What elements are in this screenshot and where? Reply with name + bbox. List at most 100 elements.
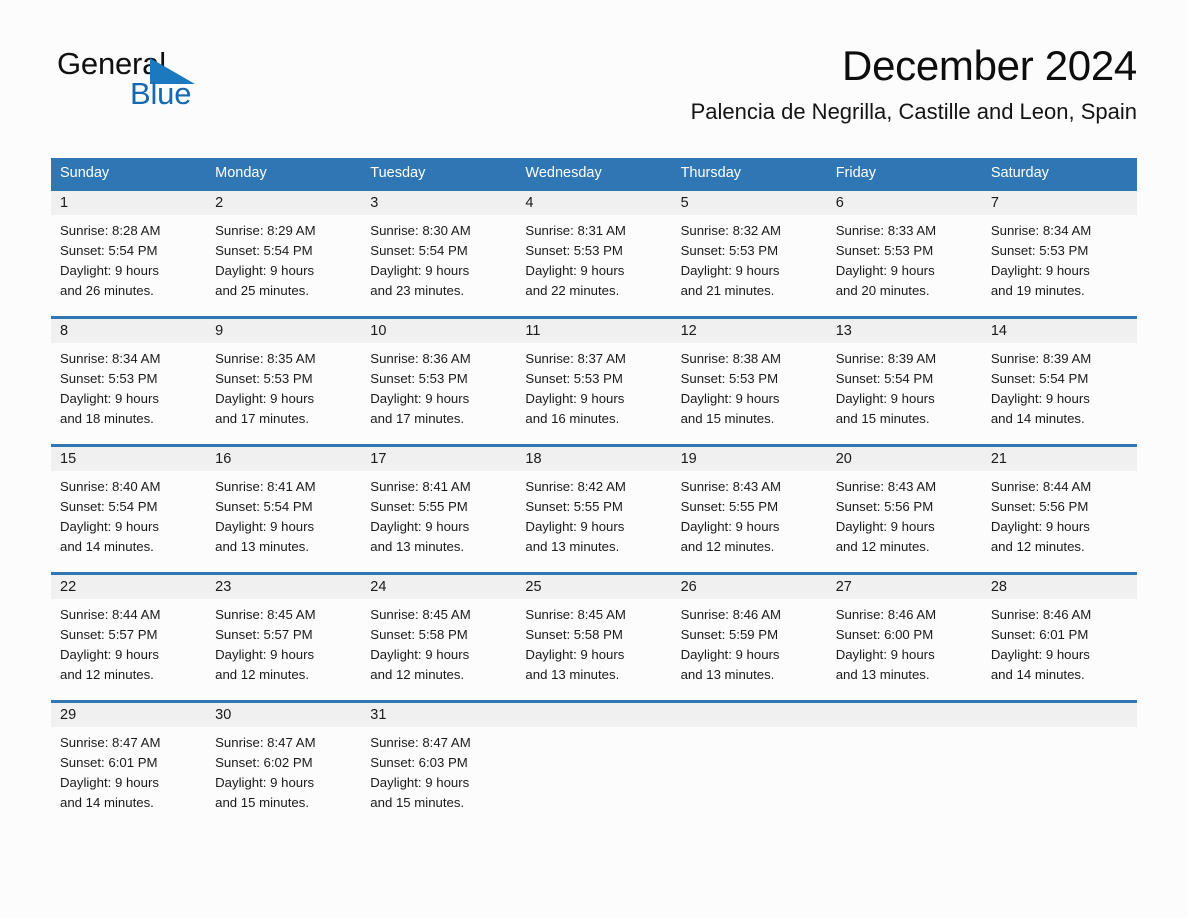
day-cell[interactable]: Sunrise: 8:41 AM Sunset: 5:54 PM Dayligh… xyxy=(206,471,361,572)
day-number[interactable]: 31 xyxy=(361,703,516,727)
daylight-text-line1: Daylight: 9 hours xyxy=(370,263,470,278)
week-detail-row: Sunrise: 8:40 AM Sunset: 5:54 PM Dayligh… xyxy=(51,471,1137,572)
day-cell-empty xyxy=(982,727,1137,830)
sunrise-text: Sunrise: 8:38 AM xyxy=(680,351,781,366)
day-number[interactable]: 3 xyxy=(361,191,516,215)
day-cell[interactable]: Sunrise: 8:47 AM Sunset: 6:03 PM Dayligh… xyxy=(361,727,516,830)
daylight-text-line2: and 15 minutes. xyxy=(370,795,465,810)
sunrise-text: Sunrise: 8:36 AM xyxy=(370,351,471,366)
day-cell[interactable]: Sunrise: 8:40 AM Sunset: 5:54 PM Dayligh… xyxy=(51,471,206,572)
day-number[interactable]: 14 xyxy=(982,319,1137,343)
day-cell[interactable]: Sunrise: 8:46 AM Sunset: 6:01 PM Dayligh… xyxy=(982,599,1137,700)
sunset-text: Sunset: 6:03 PM xyxy=(370,755,468,770)
day-number[interactable]: 12 xyxy=(672,319,827,343)
daylight-text-line2: and 12 minutes. xyxy=(60,667,154,682)
day-cell[interactable]: Sunrise: 8:43 AM Sunset: 5:56 PM Dayligh… xyxy=(827,471,982,572)
daylight-text-line2: and 14 minutes. xyxy=(990,411,1085,426)
day-number[interactable]: 4 xyxy=(516,191,671,215)
day-number[interactable]: 20 xyxy=(827,447,982,471)
daylight-text-line1: Daylight: 9 hours xyxy=(680,391,780,406)
day-number[interactable]: 11 xyxy=(516,319,671,343)
day-number[interactable]: 17 xyxy=(361,447,516,471)
day-number[interactable]: 27 xyxy=(827,575,982,599)
sunrise-text: Sunrise: 8:46 AM xyxy=(990,607,1092,622)
day-cell[interactable]: Sunrise: 8:34 AM Sunset: 5:53 PM Dayligh… xyxy=(982,215,1137,316)
day-cell[interactable]: Sunrise: 8:41 AM Sunset: 5:55 PM Dayligh… xyxy=(361,471,516,572)
day-cell[interactable]: Sunrise: 8:46 AM Sunset: 6:00 PM Dayligh… xyxy=(827,599,982,700)
day-cell[interactable]: Sunrise: 8:46 AM Sunset: 5:59 PM Dayligh… xyxy=(672,599,827,700)
day-cell[interactable]: Sunrise: 8:29 AM Sunset: 5:54 PM Dayligh… xyxy=(206,215,361,316)
day-number[interactable]: 30 xyxy=(206,703,361,727)
day-number[interactable]: 9 xyxy=(206,319,361,343)
sunset-text: Sunset: 5:54 PM xyxy=(60,243,158,258)
day-number[interactable]: 1 xyxy=(51,191,206,215)
daylight-text-line2: and 21 minutes. xyxy=(680,283,775,298)
day-cell[interactable]: Sunrise: 8:38 AM Sunset: 5:53 PM Dayligh… xyxy=(672,343,827,444)
day-number[interactable]: 29 xyxy=(51,703,206,727)
day-number[interactable]: 26 xyxy=(672,575,827,599)
day-cell[interactable]: Sunrise: 8:43 AM Sunset: 5:55 PM Dayligh… xyxy=(672,471,827,572)
weekday-monday: Monday xyxy=(215,165,267,181)
sunset-text: Sunset: 5:53 PM xyxy=(990,243,1089,258)
daylight-text-line1: Daylight: 9 hours xyxy=(215,519,315,534)
day-cell[interactable]: Sunrise: 8:44 AM Sunset: 5:56 PM Dayligh… xyxy=(982,471,1137,572)
day-cell[interactable]: Sunrise: 8:45 AM Sunset: 5:58 PM Dayligh… xyxy=(516,599,671,700)
day-number[interactable]: 21 xyxy=(982,447,1137,471)
day-number[interactable]: 6 xyxy=(827,191,982,215)
day-number[interactable]: 24 xyxy=(361,575,516,599)
sunrise-text: Sunrise: 8:28 AM xyxy=(60,223,161,238)
day-number[interactable]: 25 xyxy=(516,575,671,599)
day-number[interactable]: 28 xyxy=(982,575,1137,599)
day-cell-empty xyxy=(672,727,827,830)
sunset-text: Sunset: 5:54 PM xyxy=(990,371,1089,386)
daylight-text-line1: Daylight: 9 hours xyxy=(990,647,1090,662)
sunrise-text: Sunrise: 8:42 AM xyxy=(525,479,626,494)
daylight-text-line1: Daylight: 9 hours xyxy=(990,391,1090,406)
sunset-text: Sunset: 5:54 PM xyxy=(60,499,158,514)
sunrise-text: Sunrise: 8:32 AM xyxy=(680,223,781,238)
day-cell[interactable]: Sunrise: 8:31 AM Sunset: 5:53 PM Dayligh… xyxy=(516,215,671,316)
day-cell[interactable]: Sunrise: 8:47 AM Sunset: 6:02 PM Dayligh… xyxy=(206,727,361,830)
day-cell[interactable]: Sunrise: 8:39 AM Sunset: 5:54 PM Dayligh… xyxy=(827,343,982,444)
day-cell[interactable]: Sunrise: 8:30 AM Sunset: 5:54 PM Dayligh… xyxy=(361,215,516,316)
day-cell[interactable]: Sunrise: 8:42 AM Sunset: 5:55 PM Dayligh… xyxy=(516,471,671,572)
day-number[interactable]: 16 xyxy=(206,447,361,471)
sunset-text: Sunset: 5:57 PM xyxy=(60,627,158,642)
sunrise-text: Sunrise: 8:44 AM xyxy=(60,607,161,622)
day-cell[interactable]: Sunrise: 8:34 AM Sunset: 5:53 PM Dayligh… xyxy=(51,343,206,444)
day-cell[interactable]: Sunrise: 8:39 AM Sunset: 5:54 PM Dayligh… xyxy=(982,343,1137,444)
day-number[interactable]: 10 xyxy=(361,319,516,343)
daylight-text-line2: and 13 minutes. xyxy=(215,539,309,554)
day-number[interactable]: 5 xyxy=(672,191,827,215)
day-cell[interactable]: Sunrise: 8:33 AM Sunset: 5:53 PM Dayligh… xyxy=(827,215,982,316)
sunset-text: Sunset: 5:54 PM xyxy=(370,243,468,258)
day-cell[interactable]: Sunrise: 8:35 AM Sunset: 5:53 PM Dayligh… xyxy=(206,343,361,444)
day-cell[interactable]: Sunrise: 8:36 AM Sunset: 5:53 PM Dayligh… xyxy=(361,343,516,444)
day-number[interactable]: 22 xyxy=(51,575,206,599)
calendar-grid: Sunday Monday Tuesday Wednesday Thursday… xyxy=(51,158,1137,830)
title-block: December 2024 Palencia de Negrilla, Cast… xyxy=(691,43,1138,124)
day-cell[interactable]: Sunrise: 8:45 AM Sunset: 5:58 PM Dayligh… xyxy=(361,599,516,700)
day-number[interactable]: 2 xyxy=(206,191,361,215)
day-cell[interactable]: Sunrise: 8:44 AM Sunset: 5:57 PM Dayligh… xyxy=(51,599,206,700)
day-cell[interactable]: Sunrise: 8:45 AM Sunset: 5:57 PM Dayligh… xyxy=(206,599,361,700)
day-cell[interactable]: Sunrise: 8:32 AM Sunset: 5:53 PM Dayligh… xyxy=(672,215,827,316)
sunrise-text: Sunrise: 8:39 AM xyxy=(835,351,937,366)
day-number[interactable]: 15 xyxy=(51,447,206,471)
day-number[interactable]: 7 xyxy=(982,191,1137,215)
day-cell[interactable]: Sunrise: 8:37 AM Sunset: 5:53 PM Dayligh… xyxy=(516,343,671,444)
day-cell[interactable]: Sunrise: 8:28 AM Sunset: 5:54 PM Dayligh… xyxy=(51,215,206,316)
daylight-text-line1: Daylight: 9 hours xyxy=(525,519,625,534)
daylight-text-line2: and 12 minutes. xyxy=(835,539,930,554)
day-number[interactable]: 18 xyxy=(516,447,671,471)
daylight-text-line1: Daylight: 9 hours xyxy=(835,647,935,662)
day-cell[interactable]: Sunrise: 8:47 AM Sunset: 6:01 PM Dayligh… xyxy=(51,727,206,830)
daylight-text-line2: and 13 minutes. xyxy=(525,667,620,682)
day-number[interactable]: 13 xyxy=(827,319,982,343)
daylight-text-line2: and 12 minutes. xyxy=(990,539,1085,554)
day-number[interactable]: 19 xyxy=(672,447,827,471)
day-number[interactable]: 8 xyxy=(51,319,206,343)
day-number[interactable]: 23 xyxy=(206,575,361,599)
sunset-text: Sunset: 5:54 PM xyxy=(835,371,934,386)
daylight-text-line2: and 12 minutes. xyxy=(680,539,775,554)
